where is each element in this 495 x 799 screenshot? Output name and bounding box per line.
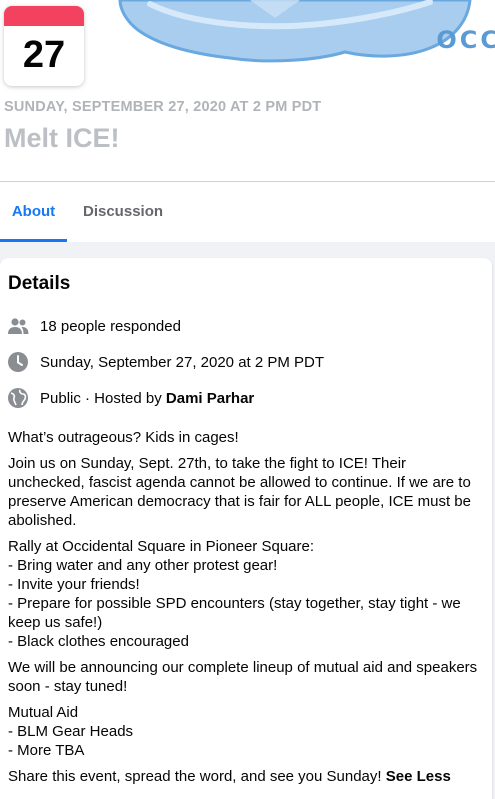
- date-calendar-card: 27: [4, 6, 84, 86]
- description-paragraph: Mutual Aid - BLM Gear Heads - More TBA: [8, 704, 134, 759]
- see-less-link[interactable]: See Less: [386, 768, 451, 785]
- responded-text: 18 people responded: [40, 317, 181, 335]
- calendar-band: [4, 6, 84, 26]
- datetime-row: Sunday, September 27, 2020 at 2 PM PDT: [7, 350, 324, 374]
- globe-icon: [7, 387, 29, 409]
- closing-text: Share this event, spread the word, and s…: [8, 768, 386, 785]
- event-header: OCC 27 SUNDAY, SEPTEMBER 27, 2020 AT 2 P…: [0, 0, 495, 242]
- responded-row[interactable]: 18 people responded: [7, 314, 181, 338]
- description-closing: Share this event, spread the word, and s…: [8, 767, 478, 786]
- details-heading: Details: [8, 273, 71, 294]
- calendar-day: 27: [22, 34, 66, 76]
- description-paragraph: What’s outrageous? Kids in cages!: [8, 429, 239, 446]
- event-datetime: SUNDAY, SEPTEMBER 27, 2020 AT 2 PM PDT: [4, 99, 322, 115]
- privacy-label: Public · Hosted by: [40, 389, 166, 407]
- event-title: Melt ICE!: [4, 123, 120, 153]
- privacy-host-row: Public · Hosted by Dami Parhar: [7, 386, 254, 410]
- description-paragraph: Join us on Sunday, Sept. 27th, to take t…: [8, 455, 471, 529]
- event-description: What’s outrageous? Kids in cages! Join u…: [8, 428, 478, 793]
- clock-icon: [7, 351, 29, 373]
- people-icon: [7, 315, 29, 337]
- tab-discussion[interactable]: Discussion: [83, 182, 163, 242]
- description-paragraph: We will be announcing our complete lineu…: [8, 659, 478, 695]
- cover-logo-text: OCC: [436, 26, 495, 54]
- description-paragraph: Rally at Occidental Square in Pioneer Sq…: [8, 538, 461, 650]
- divider: [0, 181, 495, 182]
- privacy-host-text: Public · Hosted by Dami Parhar: [40, 390, 254, 407]
- host-name-link[interactable]: Dami Parhar: [166, 390, 254, 407]
- tab-about[interactable]: About: [0, 182, 67, 242]
- datetime-text: Sunday, September 27, 2020 at 2 PM PDT: [40, 353, 325, 371]
